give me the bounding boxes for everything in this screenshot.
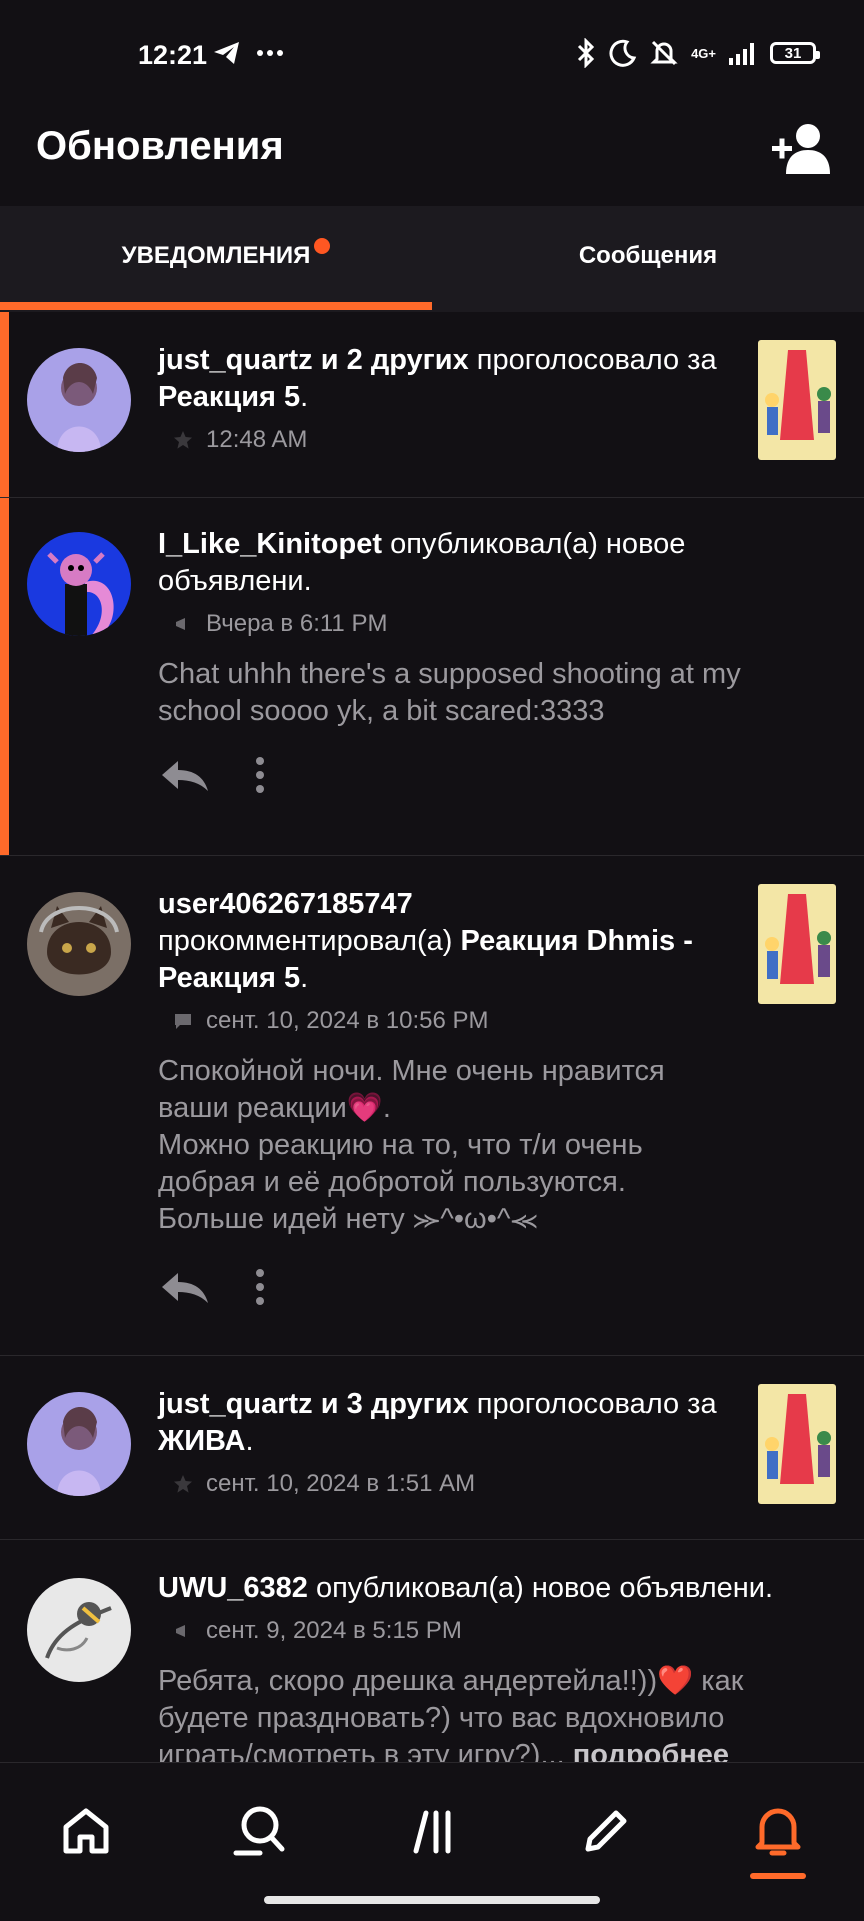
notification-meta: сент. 10, 2024 в 10:56 PM (172, 1007, 718, 1035)
timestamp: сент. 9, 2024 в 5:15 PM (206, 1617, 462, 1644)
tab-messages[interactable]: Сообщения (432, 206, 864, 306)
notification-meta: 12:48 AM (172, 426, 718, 454)
notification-meta: Вчера в 6:11 PM (172, 610, 818, 638)
notification-text: just_quartz и 2 других проголосовало за … (158, 344, 717, 413)
comment-preview: Спокойной ночи. Мне очень нравится ваши … (158, 1055, 665, 1235)
avatar[interactable] (27, 1392, 131, 1496)
timestamp: сент. 10, 2024 в 1:51 AM (206, 1470, 476, 1497)
more-options-icon[interactable] (254, 1268, 266, 1306)
notification-text: I_Like_Kinitopet опубликовал(а) новое об… (158, 528, 686, 597)
bluetooth-icon (578, 38, 595, 68)
vote-star-icon (172, 1473, 194, 1495)
story-cover-thumbnail[interactable] (758, 884, 836, 1004)
do-not-disturb-icon (609, 39, 637, 67)
network-type-label: 4G+ (691, 45, 716, 61)
status-bar: 12:21 4G+ 31 (0, 0, 864, 110)
library-icon (413, 1810, 451, 1854)
story-cover-thumbnail[interactable] (758, 340, 836, 460)
bell-muted-icon (650, 40, 678, 66)
notification-text: just_quartz и 3 других проголосовало за … (158, 1388, 717, 1457)
notification-text: UWU_6382 опубликовал(а) новое объявлени. (158, 1572, 774, 1604)
notification-item[interactable]: I_Like_Kinitopet опубликовал(а) новое об… (0, 498, 864, 856)
status-time: 12:21 (138, 40, 208, 70)
nav-home[interactable] (56, 1801, 116, 1861)
read-more-link[interactable]: подробнее (573, 1739, 729, 1762)
nav-notifications[interactable] (748, 1801, 808, 1861)
page-title: Обновления (36, 124, 284, 168)
avatar[interactable] (27, 532, 131, 636)
home-icon (63, 1808, 109, 1854)
notification-item[interactable]: UWU_6382 опубликовал(а) новое объявлени.… (0, 1540, 864, 1762)
notification-meta: сент. 10, 2024 в 1:51 AM (172, 1470, 718, 1498)
avatar[interactable] (27, 348, 131, 452)
notification-item[interactable]: just_quartz и 3 других проголосовало за … (0, 1356, 864, 1540)
notifications-feed[interactable]: just_quartz и 2 других проголосовало за … (0, 312, 864, 1762)
notification-item[interactable]: user406267185747 прокомментировал(а) Реак… (0, 856, 864, 1356)
active-tab-indicator (0, 302, 432, 310)
tab-notifications[interactable]: УВЕДОМЛЕНИЯ (0, 206, 432, 306)
write-icon (585, 1810, 627, 1852)
app-header: Обновления (0, 110, 864, 206)
telegram-icon (214, 42, 239, 64)
timestamp: 12:48 AM (206, 426, 308, 453)
announcement-preview: Ребята, скоро дрешка андертейла!!))❤️ ка… (158, 1663, 808, 1762)
megaphone-icon (172, 1620, 194, 1642)
more-options-icon[interactable] (254, 756, 266, 794)
vote-star-icon (172, 429, 194, 451)
avatar[interactable] (27, 1578, 131, 1682)
nav-library[interactable] (404, 1801, 464, 1861)
timestamp: Вчера в 6:11 PM (206, 610, 388, 637)
search-icon (233, 1806, 285, 1856)
more-notifications-icon (257, 50, 283, 56)
nav-write[interactable] (576, 1801, 636, 1861)
signal-icon (729, 43, 754, 65)
reply-icon[interactable] (158, 1269, 210, 1305)
megaphone-icon (172, 613, 194, 635)
tab-bar: УВЕДОМЛЕНИЯ Сообщения (0, 206, 864, 312)
active-nav-indicator (750, 1873, 806, 1879)
avatar[interactable] (27, 892, 131, 996)
notifications-icon (755, 1808, 801, 1856)
notification-text: user406267185747 прокомментировал(а) Реак… (158, 888, 693, 994)
nav-search[interactable] (228, 1801, 288, 1861)
timestamp: сент. 10, 2024 в 10:56 PM (206, 1007, 489, 1034)
unread-dot (314, 238, 330, 254)
announcement-preview: Chat uhhh there's a supposed shooting at… (158, 658, 741, 727)
comment-icon (172, 1010, 194, 1032)
story-cover-thumbnail[interactable] (758, 1384, 836, 1504)
battery-icon: 31 (770, 42, 820, 64)
system-home-bar[interactable] (264, 1896, 600, 1904)
notification-meta: сент. 9, 2024 в 5:15 PM (172, 1617, 838, 1645)
notification-item[interactable]: just_quartz и 2 других проголосовало за … (0, 312, 864, 498)
add-user-icon[interactable] (770, 120, 834, 176)
reply-icon[interactable] (158, 757, 210, 793)
